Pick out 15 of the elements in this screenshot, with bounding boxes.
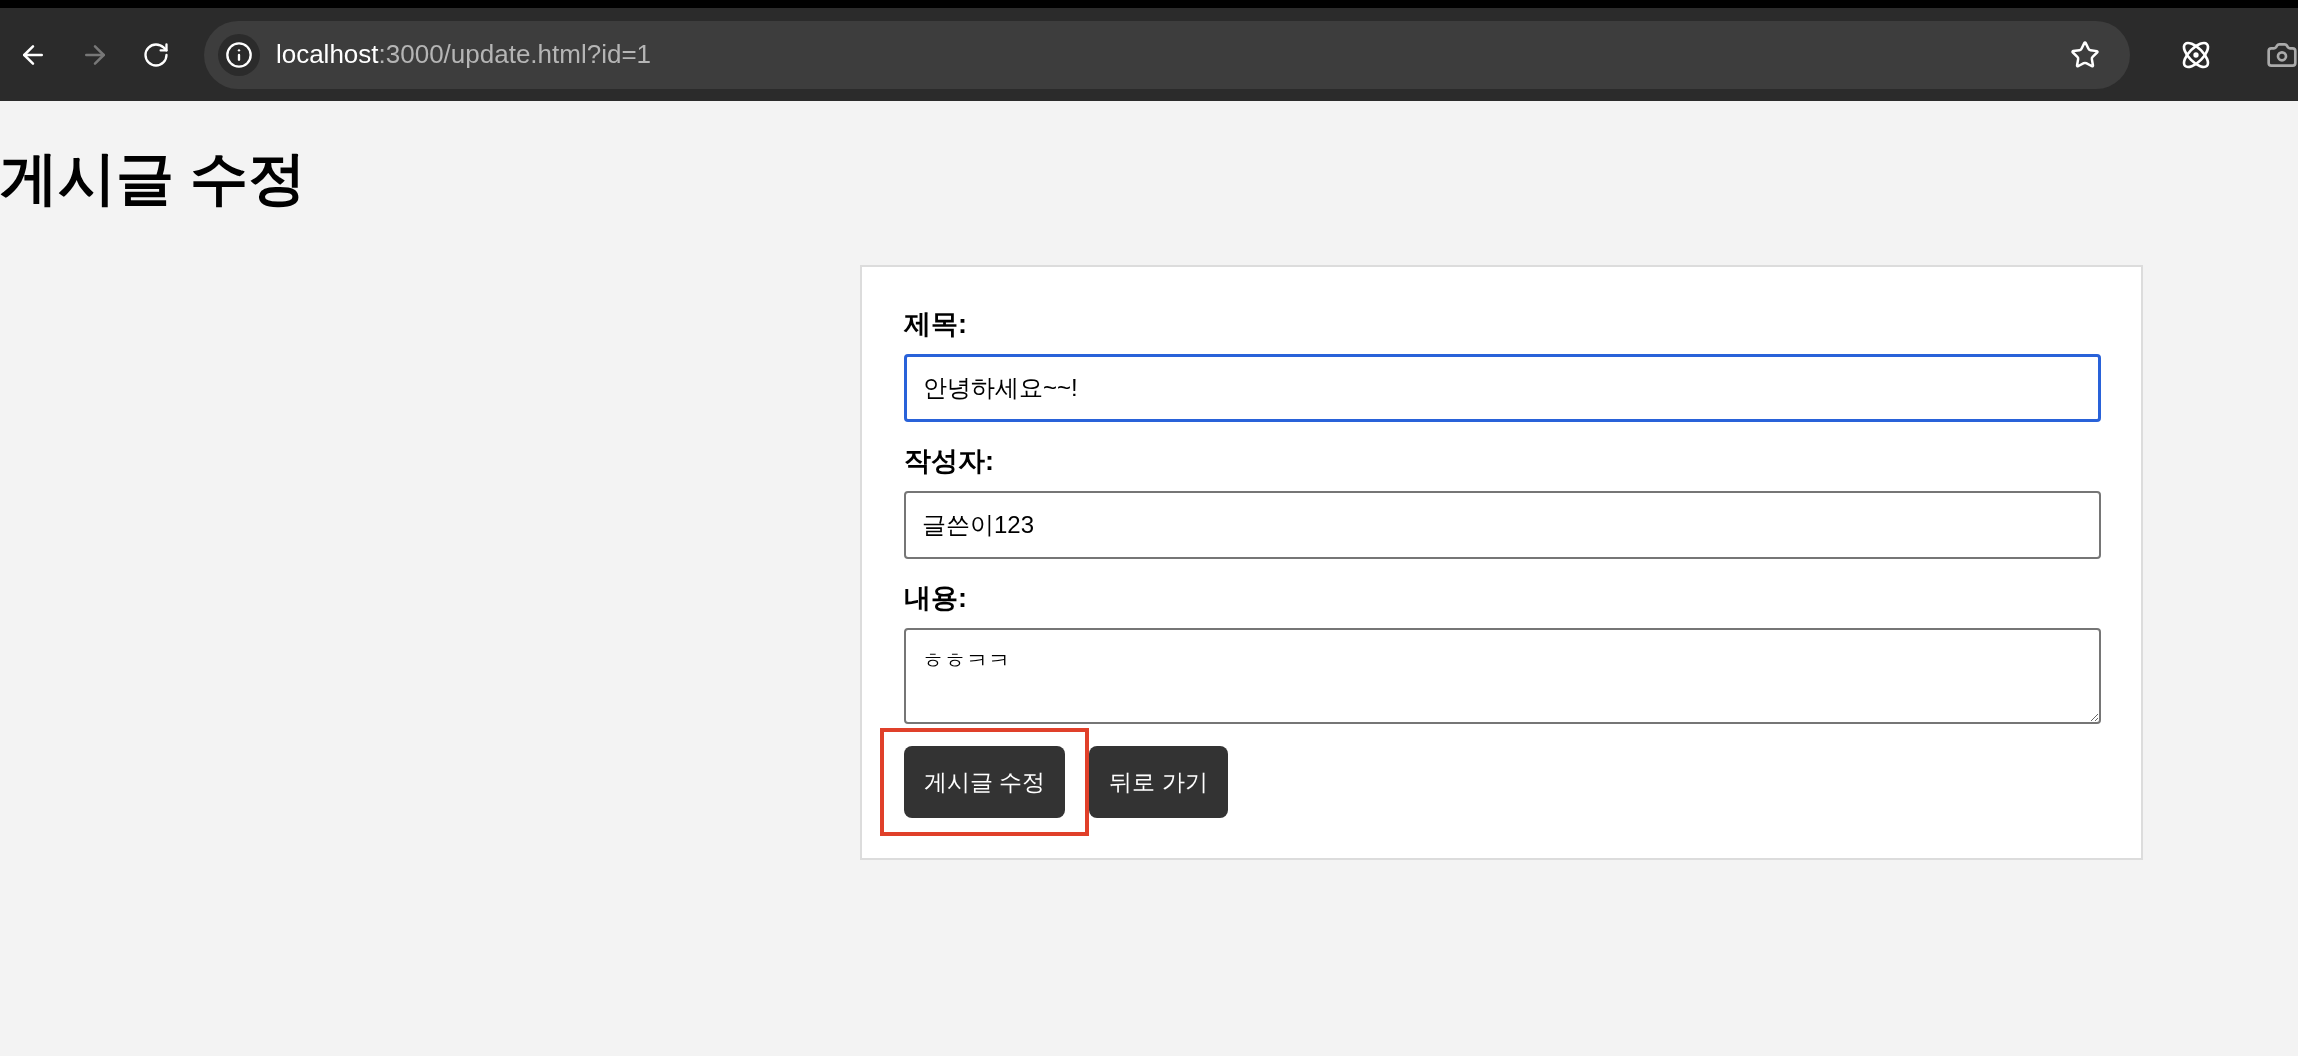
page-title: 게시글 수정 bbox=[0, 149, 308, 207]
text-field[interactable]: 글쓴이123 bbox=[904, 491, 2101, 559]
url-path: :3000/update.html?id=1 bbox=[378, 38, 652, 71]
form-button[interactable]: 뒤로 가기 bbox=[1089, 746, 1228, 818]
address-bar[interactable]: localhost:3000/update.html?id=1 bbox=[203, 20, 2131, 89]
field-label: 내용: bbox=[904, 585, 968, 612]
url-host: localhost bbox=[275, 38, 379, 71]
text-area[interactable]: ㅎㅎㅋㅋ bbox=[904, 628, 2101, 724]
text-field[interactable]: 안녕하세요~~! bbox=[904, 354, 2101, 422]
form-button[interactable]: 게시글 수정 bbox=[904, 746, 1066, 818]
field-label: 작성자: bbox=[904, 448, 995, 475]
field-label: 제목: bbox=[904, 311, 968, 338]
bookmark-star-icon[interactable] bbox=[2070, 39, 2101, 70]
reload-icon[interactable] bbox=[141, 40, 170, 69]
site-info-icon[interactable] bbox=[217, 33, 260, 76]
